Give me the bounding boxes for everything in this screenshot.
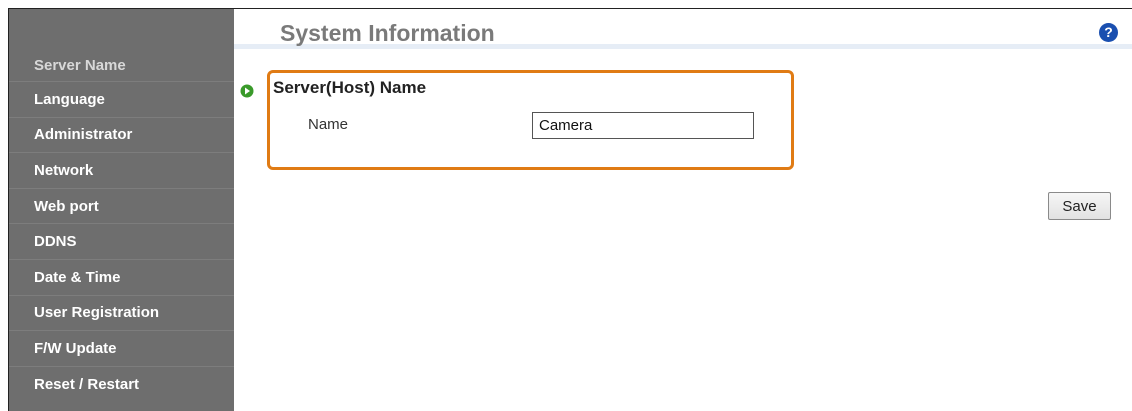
sidebar-item-administrator[interactable]: Administrator: [9, 116, 234, 153]
sidebar-item-label: Server Name: [34, 57, 126, 74]
sidebar-item-language[interactable]: Language: [9, 81, 234, 117]
sidebar-top-spacer: [9, 9, 234, 51]
sidebar-item-label: Network: [34, 161, 94, 179]
sidebar-item-label: Reset / Restart: [34, 375, 140, 393]
sidebar-item-label: User Registration: [34, 304, 160, 322]
sidebar: Server Name Language Administrator Netwo…: [9, 9, 234, 411]
sidebar-item-date-time[interactable]: Date & Time: [9, 258, 234, 295]
bullet-arrow-icon: [240, 84, 254, 98]
sidebar-item-user-registration[interactable]: User Registration: [9, 294, 234, 331]
server-name-input[interactable]: [532, 112, 754, 139]
sidebar-item-label: DDNS: [34, 233, 77, 251]
name-field-label: Name: [308, 116, 349, 133]
sidebar-item-ddns[interactable]: DDNS: [9, 223, 234, 259]
sidebar-item-network[interactable]: Network: [9, 152, 234, 188]
sidebar-item-label: Administrator: [34, 126, 133, 144]
sidebar-item-reset-restart[interactable]: Reset / Restart: [9, 365, 234, 402]
page-header: System Information ?: [234, 9, 1132, 49]
page-title: System Information: [280, 20, 495, 46]
sidebar-item-label: Date & Time: [34, 268, 121, 286]
help-icon[interactable]: ?: [1099, 23, 1118, 42]
sidebar-item-label: Language: [34, 90, 105, 108]
sidebar-item-web-port[interactable]: Web port: [9, 187, 234, 224]
section-title: Server(Host) Name: [273, 78, 427, 97]
sidebar-item-label: Web port: [34, 197, 99, 215]
save-button[interactable]: Save: [1048, 192, 1111, 220]
sidebar-item-server-name[interactable]: Server Name: [9, 51, 234, 81]
sidebar-item-label: F/W Update: [34, 339, 117, 357]
app-frame: Server Name Language Administrator Netwo…: [8, 8, 1132, 411]
sidebar-item-fw-update[interactable]: F/W Update: [9, 330, 234, 366]
